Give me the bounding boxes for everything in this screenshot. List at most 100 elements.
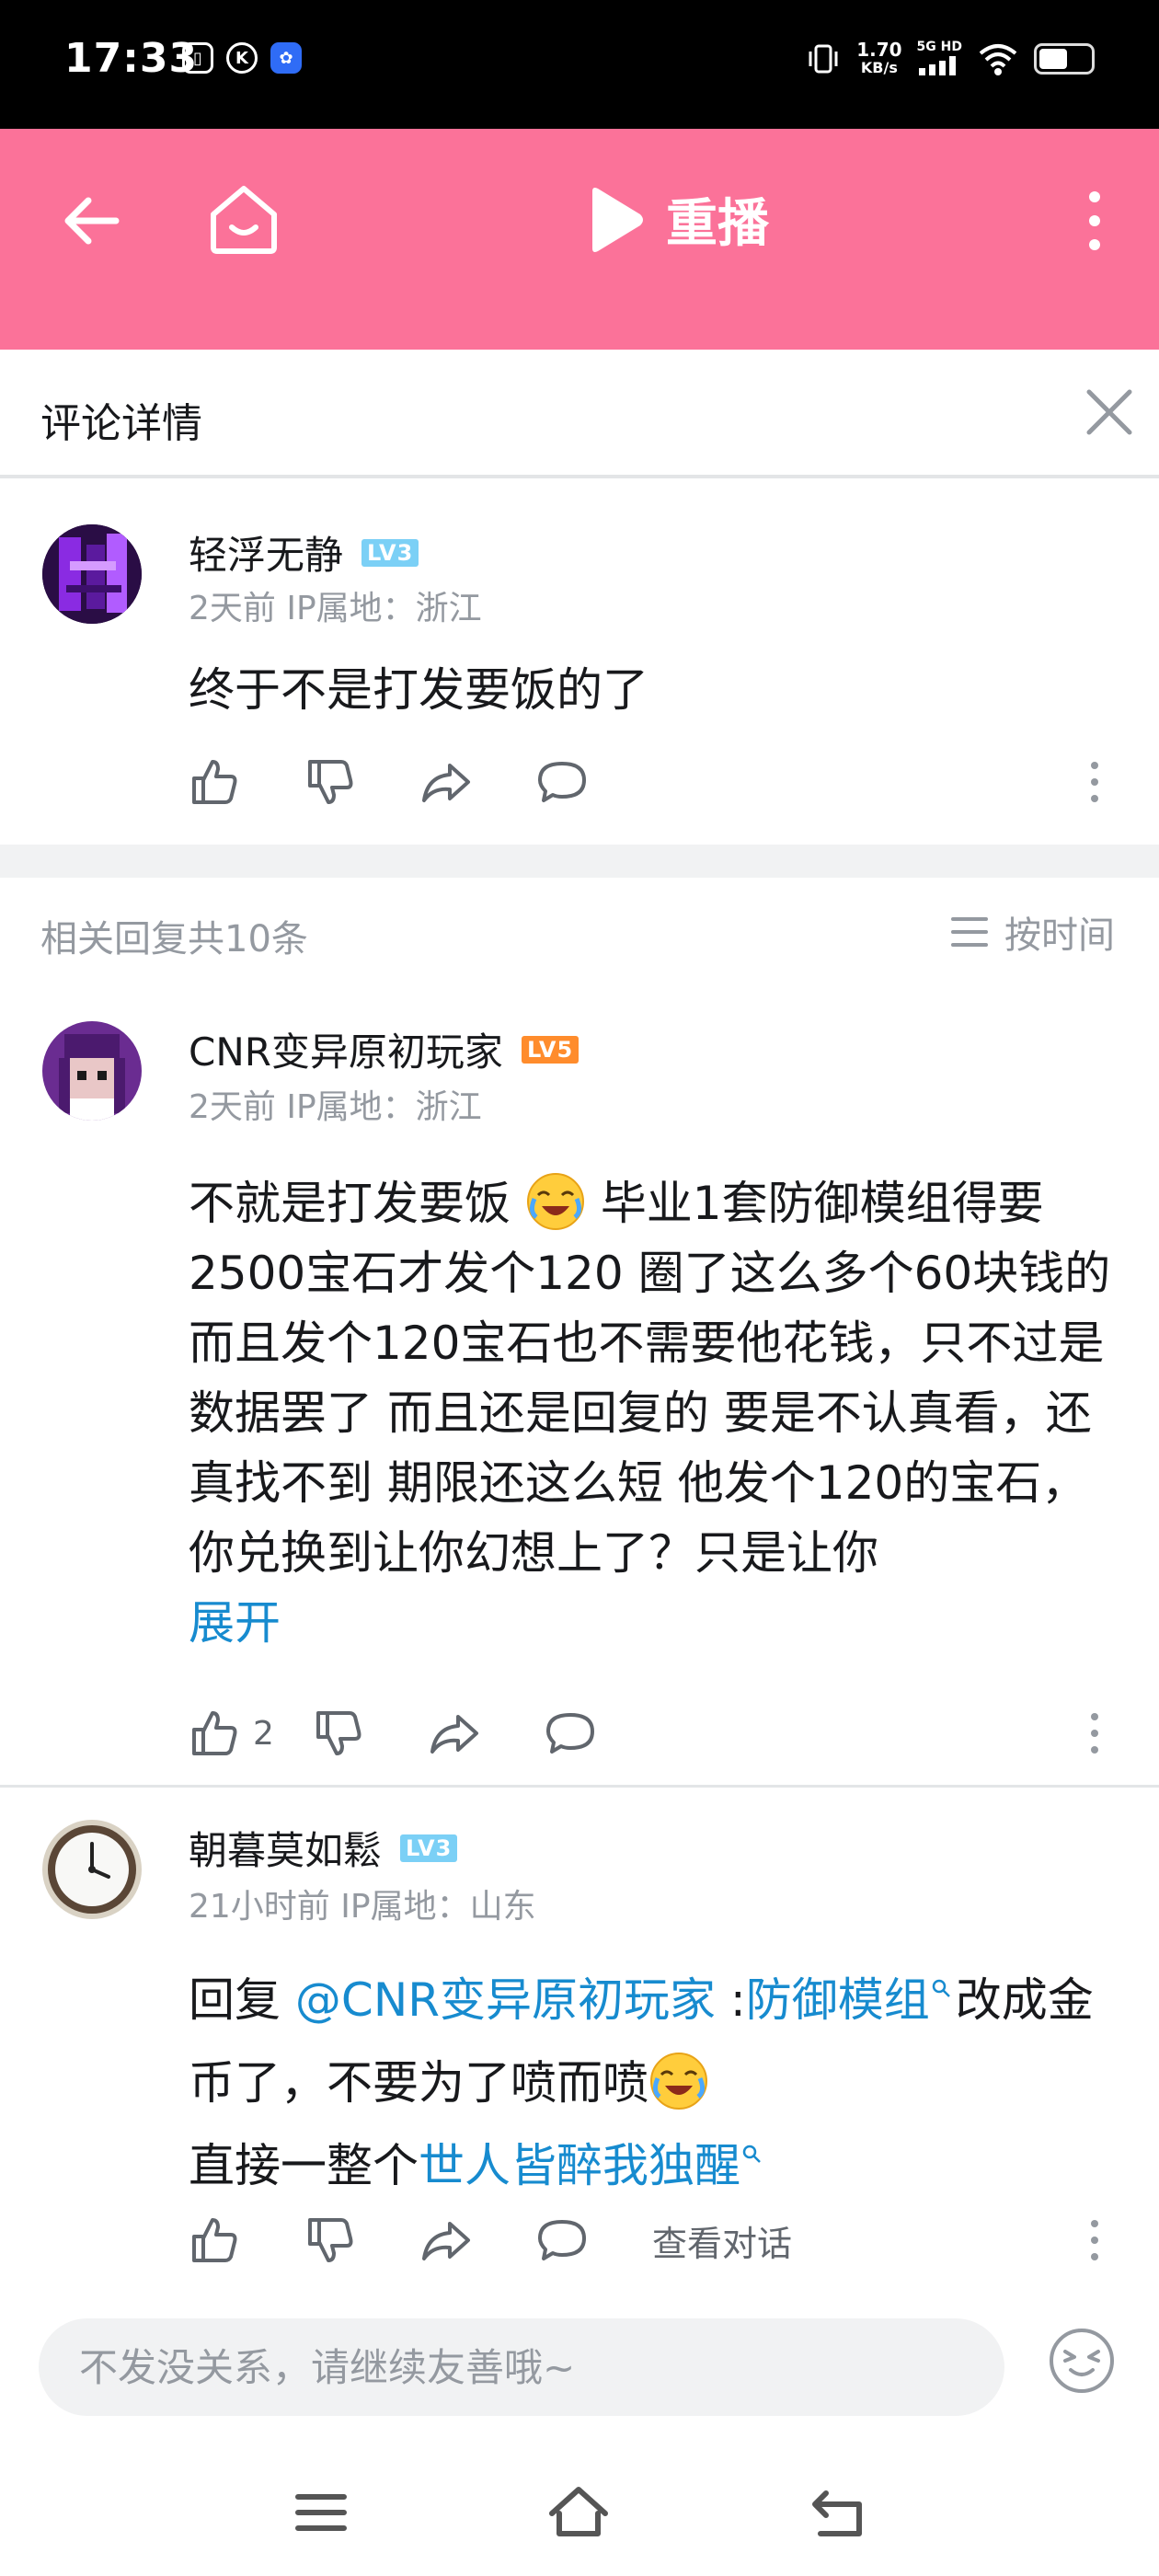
sort-label: 按时间 bbox=[1004, 914, 1115, 957]
reply-prefix: 回复 bbox=[189, 1973, 295, 2027]
comment-actions: 2 bbox=[189, 1708, 660, 1759]
sort-lines-icon bbox=[951, 917, 988, 947]
back-arrow-icon[interactable] bbox=[55, 184, 129, 258]
reply-item: 朝暮莫如鬆 LV3 21小时前 IP属地：山东 回复 @CNR变异原初玩家 :防… bbox=[0, 1788, 1159, 2291]
share-button[interactable] bbox=[420, 2214, 472, 2266]
share-button[interactable] bbox=[429, 1708, 480, 1759]
net-speed-value: 1.70 bbox=[856, 39, 902, 61]
like-count: 2 bbox=[253, 1714, 274, 1753]
emoji-picker-icon[interactable] bbox=[1047, 2326, 1117, 2396]
page-title: 评论详情 bbox=[40, 400, 202, 447]
avatar[interactable] bbox=[42, 1820, 142, 1919]
comment-content: 回复 @CNR变异原初玩家 :防御模组 改成金币了，不要为了喷而喷 直接一整个世人… bbox=[189, 1959, 1118, 2207]
dislike-button[interactable] bbox=[313, 1708, 364, 1759]
reply-item: CNR变异原初玩家 LV5 2天前 IP属地：浙江 不就是打发要饭 毕业1套防御… bbox=[0, 988, 1159, 1785]
network-type-label: 5G HD bbox=[916, 40, 962, 54]
menu-icon[interactable] bbox=[289, 2480, 353, 2545]
comment-meta: 21小时前 IP属地：山东 bbox=[189, 1888, 536, 1926]
signal-icon bbox=[918, 56, 956, 75]
keyword-link[interactable]: 世人皆醉我独醒 bbox=[419, 2139, 740, 2192]
comment-meta: 2天前 IP属地：浙江 bbox=[189, 590, 482, 627]
network-speed: 1.70 KB/s bbox=[856, 40, 901, 77]
reply-button[interactable] bbox=[545, 1708, 596, 1759]
thumbs-down-icon bbox=[308, 2218, 353, 2262]
home-nav-icon[interactable] bbox=[546, 2480, 611, 2545]
status-time: 17:33 bbox=[64, 35, 199, 82]
replies-header: 相关回复共10条 按时间 bbox=[0, 878, 1159, 988]
more-vertical-icon[interactable] bbox=[1085, 756, 1104, 808]
more-vertical-icon[interactable] bbox=[1085, 2214, 1104, 2266]
baidu-app-icon: ✿ bbox=[270, 42, 302, 74]
status-indicators: 1.70 KB/s 5G HD bbox=[805, 39, 1095, 79]
comment-content: 不就是打发要饭 毕业1套防御模组得要2500宝石才发个120 圈了这么多个60块… bbox=[189, 1168, 1118, 1588]
sort-button[interactable]: 按时间 bbox=[949, 905, 1115, 959]
username[interactable]: CNR变异原初玩家 bbox=[189, 1021, 503, 1077]
reply-button[interactable] bbox=[536, 2214, 588, 2266]
section-separator bbox=[0, 845, 1159, 878]
back-nav-icon[interactable] bbox=[806, 2480, 870, 2545]
more-vertical-icon[interactable] bbox=[1085, 1708, 1104, 1759]
search-icon bbox=[742, 2145, 761, 2163]
system-nav-bar bbox=[0, 2447, 1159, 2576]
share-icon bbox=[422, 2222, 470, 2260]
comment-input-bar bbox=[0, 2291, 1159, 2447]
network-type: 5G HD bbox=[917, 39, 962, 79]
expand-link[interactable]: 展开 bbox=[189, 1588, 1118, 1658]
thumbs-down-icon bbox=[316, 1711, 361, 1755]
comment-bubble-icon bbox=[545, 1713, 594, 1754]
dislike-button[interactable] bbox=[304, 756, 356, 808]
content-text: 直接一整个 bbox=[189, 2139, 419, 2192]
comment-actions: 查看对话 bbox=[189, 2214, 792, 2266]
clock-avatar-image bbox=[42, 1820, 142, 1919]
home-icon[interactable] bbox=[204, 179, 283, 259]
k-app-icon: K bbox=[226, 42, 258, 74]
close-icon[interactable] bbox=[1084, 386, 1135, 438]
username-row: 轻浮无静 LV3 bbox=[189, 524, 419, 581]
like-button[interactable] bbox=[189, 2214, 240, 2266]
search-icon bbox=[932, 1979, 950, 1997]
avatar[interactable] bbox=[42, 524, 142, 624]
keyword-link[interactable]: 防御模组 bbox=[746, 1973, 930, 2027]
avatar-image bbox=[42, 524, 142, 624]
net-speed-unit: KB/s bbox=[860, 59, 898, 76]
share-icon bbox=[422, 764, 470, 802]
comment-content: 终于不是打发要饭的了 bbox=[189, 663, 648, 717]
dislike-button[interactable] bbox=[304, 2214, 356, 2266]
battery-icon bbox=[1034, 43, 1095, 75]
reply-button[interactable] bbox=[536, 756, 588, 808]
username[interactable]: 轻浮无静 bbox=[189, 524, 343, 581]
view-dialog-link[interactable]: 查看对话 bbox=[652, 2215, 792, 2266]
username-row: 朝暮莫如鬆 LV3 bbox=[189, 1820, 458, 1876]
replies-count: 相关回复共10条 bbox=[40, 918, 308, 960]
mention-link[interactable]: @CNR变异原初玩家 bbox=[295, 1973, 716, 2027]
username[interactable]: 朝暮莫如鬆 bbox=[189, 1820, 382, 1876]
crying-laughing-emoji-icon bbox=[526, 1173, 584, 1230]
content-text: 毕业1套防御模组得要2500宝石才发个120 圈了这么多个60块钱的 而且发个1… bbox=[189, 1177, 1111, 1580]
thumbs-down-icon bbox=[308, 760, 353, 804]
thumbs-up-icon bbox=[192, 760, 237, 804]
replay-label: 重播 bbox=[666, 194, 769, 254]
status-bar: 17:33 ▯ K ✿ 1.70 KB/s 5G HD bbox=[0, 0, 1159, 129]
root-comment: 轻浮无静 LV3 2天前 IP属地：浙江 终于不是打发要饭的了 bbox=[0, 478, 1159, 845]
wifi-icon bbox=[979, 44, 1017, 75]
vibrate-icon bbox=[809, 44, 838, 74]
comment-bubble-icon bbox=[538, 762, 586, 802]
like-button[interactable] bbox=[189, 756, 240, 808]
avatar-image bbox=[42, 1021, 142, 1121]
play-icon bbox=[592, 187, 643, 252]
share-button[interactable] bbox=[420, 756, 472, 808]
like-button[interactable]: 2 bbox=[189, 1708, 274, 1759]
avatar[interactable] bbox=[42, 1021, 142, 1121]
share-icon bbox=[430, 1715, 478, 1754]
comment-meta: 2天前 IP属地：浙江 bbox=[189, 1088, 482, 1126]
tv-app-icon: ▯ bbox=[182, 42, 213, 74]
content-text: 不就是打发要饭 bbox=[189, 1177, 511, 1230]
more-vertical-icon[interactable] bbox=[1076, 184, 1113, 258]
colon-text: : bbox=[715, 1973, 746, 2027]
comment-detail-header: 评论详情 bbox=[0, 350, 1159, 478]
thumbs-up-icon bbox=[192, 1711, 237, 1755]
comment-bubble-icon bbox=[538, 2220, 586, 2260]
replay-button[interactable]: 重播 bbox=[585, 182, 769, 257]
comment-input[interactable] bbox=[39, 2318, 1004, 2416]
comment-actions bbox=[189, 756, 652, 808]
